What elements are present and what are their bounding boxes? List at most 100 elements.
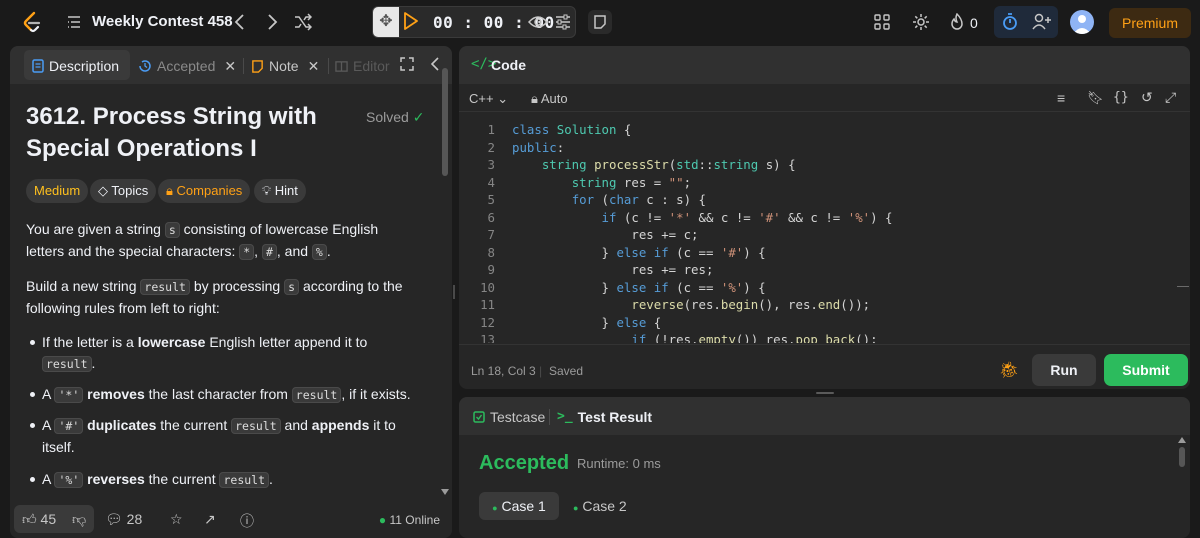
- close-accepted-tab-icon[interactable]: ✕: [224, 54, 236, 78]
- thumbs-down-icon: 👎︎: [72, 511, 87, 527]
- tab-divider: [328, 58, 329, 74]
- collapse-panel-icon[interactable]: [430, 57, 440, 71]
- text: If the letter is a: [42, 334, 134, 350]
- line-number: 13: [480, 332, 495, 343]
- panel-resize-handle[interactable]: [816, 392, 834, 394]
- companies-tag[interactable]: 🔒︎ Companies: [158, 179, 251, 203]
- text: Build a new string: [26, 278, 137, 294]
- favorite-star-icon[interactable]: ☆: [170, 511, 183, 528]
- comments-button[interactable]: 💬︎ 28: [105, 511, 142, 528]
- premium-button[interactable]: Premium: [1109, 8, 1191, 38]
- text: the last character from: [148, 386, 288, 402]
- companies-label: Companies: [176, 183, 243, 198]
- tab-note[interactable]: Note ✕: [251, 54, 319, 78]
- problem-list-icon[interactable]: [66, 14, 82, 30]
- case-1-label: Case 1: [501, 498, 546, 514]
- vertical-resize-handle[interactable]: [453, 285, 455, 299]
- code-line: 10 } else if (c == '%') {: [459, 279, 1179, 297]
- tab-testcase[interactable]: Testcase: [473, 405, 545, 429]
- debug-bug-icon[interactable]: 🐞︎: [999, 360, 1019, 380]
- runtime-label: Runtime: 0 ms: [577, 456, 661, 471]
- case-2-tab[interactable]: ● Case 2: [573, 492, 653, 520]
- timer-widget: ✥ 00 : 00 : 00: [372, 6, 576, 38]
- bold-text: lowercase: [137, 334, 206, 350]
- bold-text: duplicates: [87, 417, 157, 433]
- test-result-panel: Testcase >_ Test Result Accepted Runtime…: [459, 397, 1190, 538]
- play-icon[interactable]: [403, 12, 419, 30]
- tab-accepted[interactable]: Accepted ✕: [138, 54, 236, 78]
- description-footer: 👍︎ 45 👎︎ 💬︎ 28 ☆ ↗ ⓘ ● 11 Online: [10, 500, 452, 538]
- language-select[interactable]: C++ ⌄: [469, 91, 508, 107]
- layout-grid-icon[interactable]: [874, 14, 890, 30]
- close-note-tab-icon[interactable]: ✕: [308, 54, 320, 78]
- lightbulb-icon: 💡︎: [262, 183, 272, 198]
- tab-description[interactable]: Description: [32, 54, 119, 78]
- settings-sliders-icon[interactable]: [555, 14, 571, 30]
- case-1-tab[interactable]: ● Case 1: [479, 492, 559, 520]
- hint-tag[interactable]: 💡︎ Hint: [254, 179, 306, 203]
- top-bar: Weekly Contest 458 ✥ 00 : 00 : 00 0 Prem…: [0, 0, 1200, 44]
- drag-handle-icon[interactable]: ✥: [373, 7, 399, 37]
- code-editor[interactable]: 1 class Solution { 2 public: 3 string proc…: [459, 121, 1179, 343]
- auto-mode[interactable]: 🔒︎ Auto: [531, 91, 568, 107]
- contest-title[interactable]: Weekly Contest 458: [92, 13, 233, 30]
- bookmark-icon[interactable]: 🔖︎: [1087, 90, 1104, 106]
- scroll-marker: [1177, 286, 1189, 287]
- avatar[interactable]: [1070, 10, 1094, 34]
- line-number: 3: [487, 157, 495, 172]
- bullet: [30, 340, 38, 346]
- reset-icon[interactable]: ↺: [1141, 89, 1153, 106]
- test-scrollbar[interactable]: [1179, 447, 1185, 467]
- check-circle-icon: ✓: [412, 109, 425, 125]
- online-status: ● 11 Online: [379, 513, 440, 527]
- inline-code: '%': [54, 472, 84, 488]
- build-paragraph: Build a new string result by processing …: [26, 276, 418, 319]
- gear-icon[interactable]: [912, 13, 930, 31]
- maximize-icon[interactable]: [400, 57, 414, 71]
- like-button[interactable]: 👍︎ 45: [22, 511, 56, 528]
- description-tabs-bar: Description Accepted ✕ Note ✕ Editor: [10, 46, 452, 84]
- intro-paragraph: You are given a string s consisting of l…: [26, 221, 379, 260]
- rule-item: A '#' duplicates the current result and …: [42, 417, 396, 455]
- text: the current: [160, 417, 228, 433]
- format-lines-icon[interactable]: ≡: [1057, 90, 1065, 106]
- leetcode-logo-icon[interactable]: [20, 10, 44, 34]
- note-icon: [594, 15, 606, 29]
- eye-icon[interactable]: [528, 14, 548, 30]
- divider: [459, 344, 1190, 345]
- like-count: 45: [40, 511, 57, 527]
- chevron-left-icon[interactable]: [232, 13, 248, 31]
- flame-icon[interactable]: [950, 13, 964, 31]
- chevron-right-icon[interactable]: [264, 13, 280, 31]
- run-button[interactable]: Run: [1032, 354, 1096, 386]
- inline-code: result: [231, 418, 281, 434]
- scroll-up-icon[interactable]: [1178, 437, 1186, 443]
- stopwatch-icon[interactable]: [1002, 13, 1018, 31]
- test-tabs-bar: Testcase >_ Test Result: [459, 397, 1190, 435]
- dislike-button[interactable]: 👎︎: [72, 511, 86, 528]
- scroll-down-icon[interactable]: [441, 489, 449, 495]
- tab-test-result[interactable]: >_ Test Result: [557, 405, 652, 429]
- language-label: C++: [469, 91, 494, 106]
- expand-icon[interactable]: ⤢: [1165, 89, 1176, 106]
- tab-testcase-label: Testcase: [490, 409, 546, 425]
- braces-icon[interactable]: {}: [1113, 90, 1129, 105]
- shuffle-icon[interactable]: [294, 13, 312, 31]
- help-circle-icon[interactable]: ⓘ: [240, 511, 254, 531]
- notes-button[interactable]: [588, 10, 612, 34]
- tab-editorial[interactable]: Editor: [335, 54, 390, 78]
- code-line: 7 res += c;: [459, 226, 1179, 244]
- submit-button[interactable]: Submit: [1104, 354, 1188, 386]
- saved-status: Saved: [549, 364, 584, 378]
- text: by processing: [193, 278, 281, 294]
- topics-tag[interactable]: ◇ Topics: [90, 179, 157, 203]
- text: and: [284, 417, 308, 433]
- comment-icon: 💬︎: [105, 511, 123, 527]
- add-friend-icon[interactable]: [1032, 13, 1052, 31]
- code-panel: </> Code C++ ⌄ 🔒︎ Auto ≡ 🔖︎ {} ↺ ⤢ 1 clas…: [459, 46, 1190, 389]
- problem-title: 3612. Process String with Special Operat…: [26, 103, 317, 162]
- line-number: 11: [480, 297, 495, 312]
- line-number: 12: [480, 314, 495, 330]
- description-scrollbar[interactable]: [442, 68, 448, 176]
- share-icon[interactable]: ↗: [204, 511, 216, 528]
